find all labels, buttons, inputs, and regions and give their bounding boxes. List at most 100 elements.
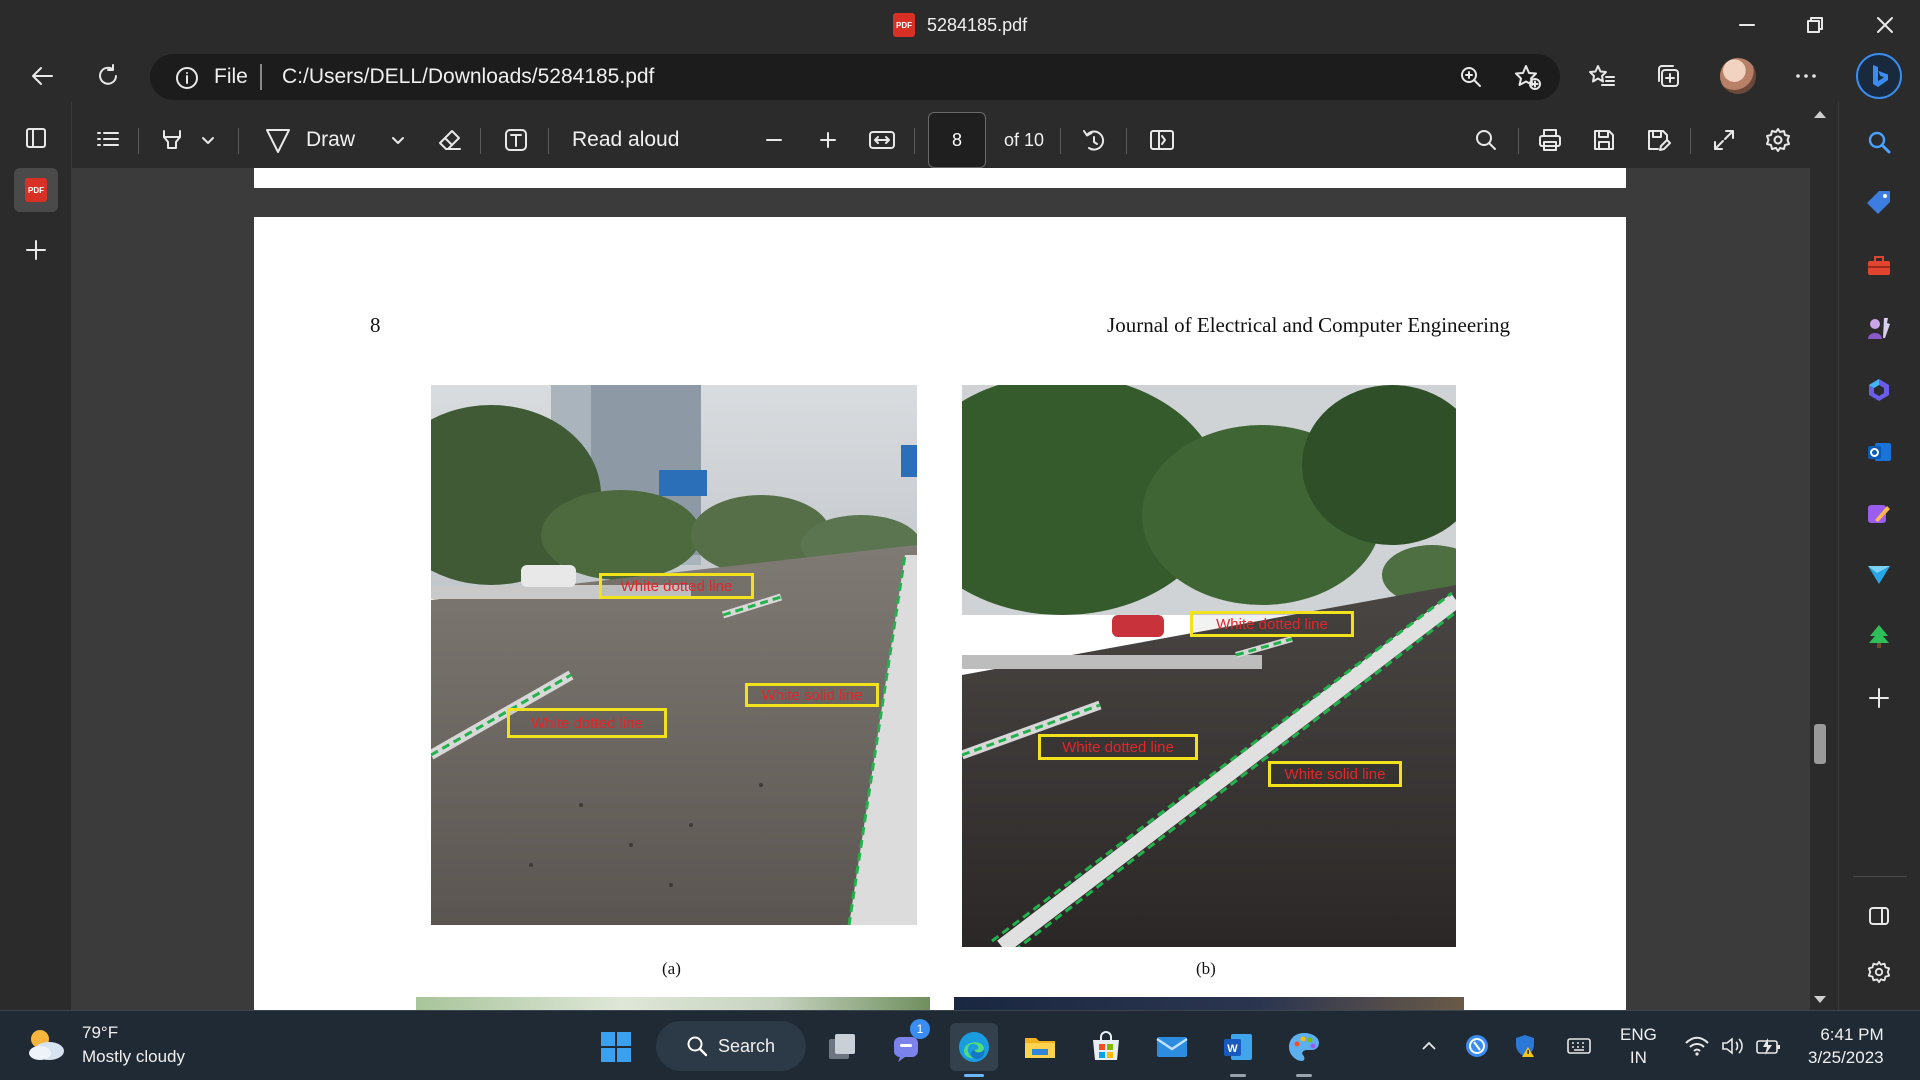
full-screen-icon[interactable]: [1704, 120, 1744, 160]
svg-text:W: W: [1227, 1043, 1238, 1055]
figure-a-label-3: White solid line: [745, 683, 879, 707]
taskbar-search-label: Search: [718, 1035, 776, 1056]
tab-actions-icon[interactable]: [14, 116, 58, 160]
games-icon[interactable]: [1859, 308, 1899, 348]
battery-charging-icon[interactable]: [1754, 1031, 1784, 1061]
highlight-dropdown-chevron-icon[interactable]: [196, 120, 220, 160]
pdf-viewport[interactable]: 8 Journal of Electrical and Computer Eng…: [72, 168, 1810, 1010]
edge-taskbar-icon[interactable]: [950, 1023, 998, 1077]
teams-chat-icon[interactable]: 1: [884, 1019, 932, 1071]
address-scheme-label: File: [214, 65, 248, 88]
profile-avatar[interactable]: [1720, 58, 1756, 94]
paint-icon[interactable]: [1280, 1023, 1328, 1077]
pdf-page: 8 Journal of Electrical and Computer Eng…: [254, 217, 1626, 1010]
address-bar[interactable]: File C:/Users/DELL/Downloads/5284185.pdf: [150, 54, 1560, 100]
zoom-icon[interactable]: [1458, 64, 1484, 90]
zoom-in-icon[interactable]: [808, 120, 848, 160]
draw-button[interactable]: Draw: [264, 120, 394, 160]
find-icon[interactable]: [1466, 120, 1506, 160]
word-icon[interactable]: W: [1214, 1023, 1262, 1077]
mail-icon[interactable]: [1148, 1023, 1196, 1071]
figure-b-label-3: White solid line: [1268, 761, 1402, 787]
bing-chat-icon[interactable]: [1856, 53, 1902, 99]
clock-date: 3/25/2023: [1808, 1048, 1884, 1067]
weather-widget[interactable]: 79°F Mostly cloudy: [24, 1021, 185, 1069]
favorites-icon[interactable]: [1582, 56, 1622, 96]
sidebar-search-icon[interactable]: [1859, 122, 1899, 162]
read-aloud-label: Read aloud: [572, 128, 680, 151]
start-windows-icon[interactable]: [592, 1023, 640, 1071]
designer-icon[interactable]: [1859, 494, 1899, 534]
journal-title: Journal of Electrical and Computer Engin…: [1107, 313, 1510, 337]
shopping-tag-icon[interactable]: [1859, 182, 1899, 222]
save-as-icon[interactable]: [1638, 120, 1678, 160]
fit-to-width-icon[interactable]: [862, 120, 902, 160]
taskbar-search-icon: [687, 1036, 708, 1057]
draw-label: Draw: [306, 128, 356, 151]
window-title-group: PDF 5284185.pdf: [893, 13, 1027, 37]
collections-icon[interactable]: [1648, 56, 1688, 96]
security-warning-icon[interactable]: [1510, 1031, 1540, 1061]
task-view-icon[interactable]: [818, 1023, 866, 1071]
pdf-tab-icon: PDF: [25, 178, 47, 202]
taskbar-clock[interactable]: 6:41 PM 3/25/2023: [1808, 1023, 1884, 1069]
drop-send-icon[interactable]: [1859, 554, 1899, 594]
minimize-button[interactable]: [1724, 8, 1770, 42]
road-photo-b: [962, 385, 1456, 947]
highlight-icon[interactable]: [152, 120, 192, 160]
erase-icon[interactable]: [430, 120, 470, 160]
refresh-button[interactable]: [88, 56, 128, 96]
info-icon[interactable]: [174, 65, 200, 91]
scroll-down-arrow-icon: [1814, 996, 1826, 1003]
scrollbar-thumb[interactable]: [1814, 724, 1826, 764]
tree-icon[interactable]: [1859, 616, 1899, 656]
pdf-toolbar: Draw Read aloud 8 of 10: [72, 112, 1810, 168]
zoom-out-icon[interactable]: [754, 120, 794, 160]
file-explorer-icon[interactable]: [1016, 1023, 1064, 1071]
more-options-icon[interactable]: [1786, 56, 1826, 96]
contents-icon[interactable]: [88, 120, 128, 160]
title-bar: PDF 5284185.pdf: [0, 0, 1920, 50]
volume-icon[interactable]: [1718, 1031, 1748, 1061]
figure-a-caption: (a): [662, 959, 681, 978]
back-button[interactable]: [22, 56, 62, 96]
page-number-input[interactable]: 8: [928, 112, 986, 168]
read-aloud-button[interactable]: Read aloud: [572, 120, 682, 160]
page-view-icon[interactable]: [1142, 120, 1182, 160]
vertical-scrollbar[interactable]: [1810, 102, 1830, 1010]
previous-page-edge: [254, 168, 1626, 188]
wifi-icon[interactable]: [1682, 1031, 1712, 1061]
touch-keyboard-icon[interactable]: [1564, 1031, 1594, 1061]
language-code: ENG: [1620, 1025, 1657, 1044]
figure-b-caption: (b): [1196, 959, 1216, 978]
next-figure-d-image: [954, 997, 1464, 1010]
add-sidebar-app-icon[interactable]: [1859, 678, 1899, 718]
add-text-icon[interactable]: [496, 120, 536, 160]
add-favorite-icon[interactable]: [1514, 63, 1542, 91]
page-total: of 10: [1000, 120, 1048, 160]
outlook-icon[interactable]: [1859, 432, 1899, 472]
hide-sidebar-icon[interactable]: [1859, 896, 1899, 936]
mostly-cloudy-icon: [29, 1030, 64, 1060]
restore-button[interactable]: [1792, 8, 1838, 42]
save-icon[interactable]: [1584, 120, 1624, 160]
taskbar-search-button[interactable]: Search: [656, 1021, 806, 1071]
weather-temperature: 79°F: [82, 1023, 119, 1042]
settings-gear-icon[interactable]: [1758, 120, 1798, 160]
draw-icon: [266, 129, 290, 153]
microsoft-store-icon[interactable]: [1082, 1023, 1130, 1071]
network-globe-icon[interactable]: [1462, 1031, 1492, 1061]
new-tab-button[interactable]: [14, 228, 58, 272]
input-language-indicator[interactable]: ENG IN: [1620, 1023, 1657, 1069]
figure-a-image: White dotted line White dotted line Whit…: [431, 385, 917, 925]
address-url[interactable]: C:/Users/DELL/Downloads/5284185.pdf: [282, 65, 654, 89]
print-icon[interactable]: [1530, 120, 1570, 160]
microsoft-365-icon[interactable]: [1859, 370, 1899, 410]
draw-dropdown-chevron-icon[interactable]: [386, 120, 410, 160]
rotate-icon[interactable]: [1074, 120, 1114, 160]
sidebar-settings-icon[interactable]: [1859, 952, 1899, 992]
close-window-button[interactable]: [1862, 8, 1908, 42]
show-hidden-icons-chevron-icon[interactable]: [1414, 1031, 1444, 1061]
tab-pdf-active[interactable]: PDF: [14, 168, 58, 212]
tools-toolbox-icon[interactable]: [1859, 246, 1899, 286]
